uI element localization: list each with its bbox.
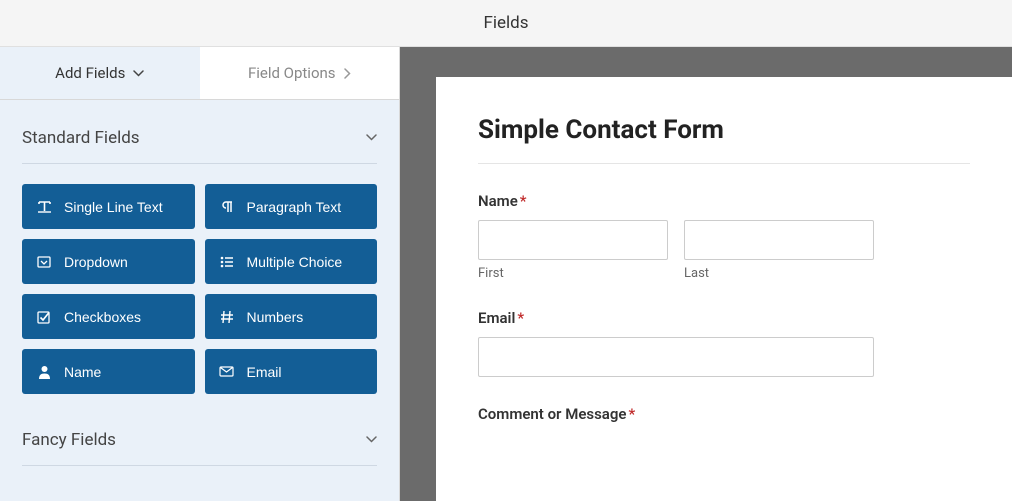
comment-label-text: Comment or Message [478,405,626,423]
field-label: Single Line Text [64,199,163,215]
required-indicator: * [517,309,524,327]
chevron-right-icon [344,68,351,79]
name-row: First Last [478,220,970,281]
first-sublabel: First [478,266,668,281]
field-multiple-choice[interactable]: Multiple Choice [205,239,378,284]
form-divider [478,163,970,164]
field-label: Email [247,364,282,380]
page-title: Fields [483,13,528,33]
first-name-input[interactable] [478,220,668,260]
text-icon [36,200,52,213]
name-label: Name* [478,192,970,210]
form-field-comment: Comment or Message* [478,405,970,423]
section-title-fancy: Fancy Fields [22,430,116,450]
field-label: Name [64,364,101,380]
standard-fields-grid: Single Line Text Paragraph Text Dropdown [22,164,377,414]
section-header-standard[interactable]: Standard Fields [22,112,377,164]
chevron-down-icon [366,134,377,141]
form-field-name: Name* First Last [478,192,970,281]
field-email[interactable]: Email [205,349,378,394]
required-indicator: * [628,405,635,423]
field-label: Paragraph Text [247,199,342,215]
form-canvas-wrap: Simple Contact Form Name* First Last [400,47,1012,501]
field-checkboxes[interactable]: Checkboxes [22,294,195,339]
field-name[interactable]: Name [22,349,195,394]
form-field-email: Email* [478,309,970,377]
section-header-fancy[interactable]: Fancy Fields [22,414,377,466]
section-title-standard: Standard Fields [22,128,140,148]
email-label-text: Email [478,309,515,327]
list-icon [219,256,235,268]
field-single-line-text[interactable]: Single Line Text [22,184,195,229]
main-layout: Add Fields Field Options Standard Fields [0,47,1012,501]
paragraph-icon [219,200,235,214]
field-label: Numbers [247,309,304,325]
dropdown-icon [36,255,52,269]
section-standard-fields: Standard Fields Single Line Text Parag [0,112,399,466]
name-last-col: Last [684,220,874,281]
field-label: Dropdown [64,254,128,270]
checkbox-icon [36,310,52,324]
name-first-col: First [478,220,668,281]
field-dropdown[interactable]: Dropdown [22,239,195,284]
user-icon [36,365,52,379]
tab-field-options-label: Field Options [248,64,336,82]
name-label-text: Name [478,192,518,210]
comment-label: Comment or Message* [478,405,970,423]
chevron-down-icon [133,70,144,77]
field-label: Multiple Choice [247,254,343,270]
sidebar-tabs: Add Fields Field Options [0,47,399,100]
field-numbers[interactable]: Numbers [205,294,378,339]
envelope-icon [219,366,235,377]
last-name-input[interactable] [684,220,874,260]
required-indicator: * [520,192,527,210]
field-label: Checkboxes [64,309,141,325]
form-title: Simple Contact Form [478,115,970,145]
field-paragraph-text[interactable]: Paragraph Text [205,184,378,229]
email-input[interactable] [478,337,874,377]
tab-add-fields-label: Add Fields [55,64,125,82]
hash-icon [219,310,235,324]
last-sublabel: Last [684,266,874,281]
sidebar: Add Fields Field Options Standard Fields [0,47,400,501]
chevron-down-icon [366,436,377,443]
form-canvas[interactable]: Simple Contact Form Name* First Last [436,77,1012,501]
email-label: Email* [478,309,970,327]
tab-add-fields[interactable]: Add Fields [0,47,200,99]
tab-field-options[interactable]: Field Options [200,47,400,99]
page-header: Fields [0,0,1012,47]
